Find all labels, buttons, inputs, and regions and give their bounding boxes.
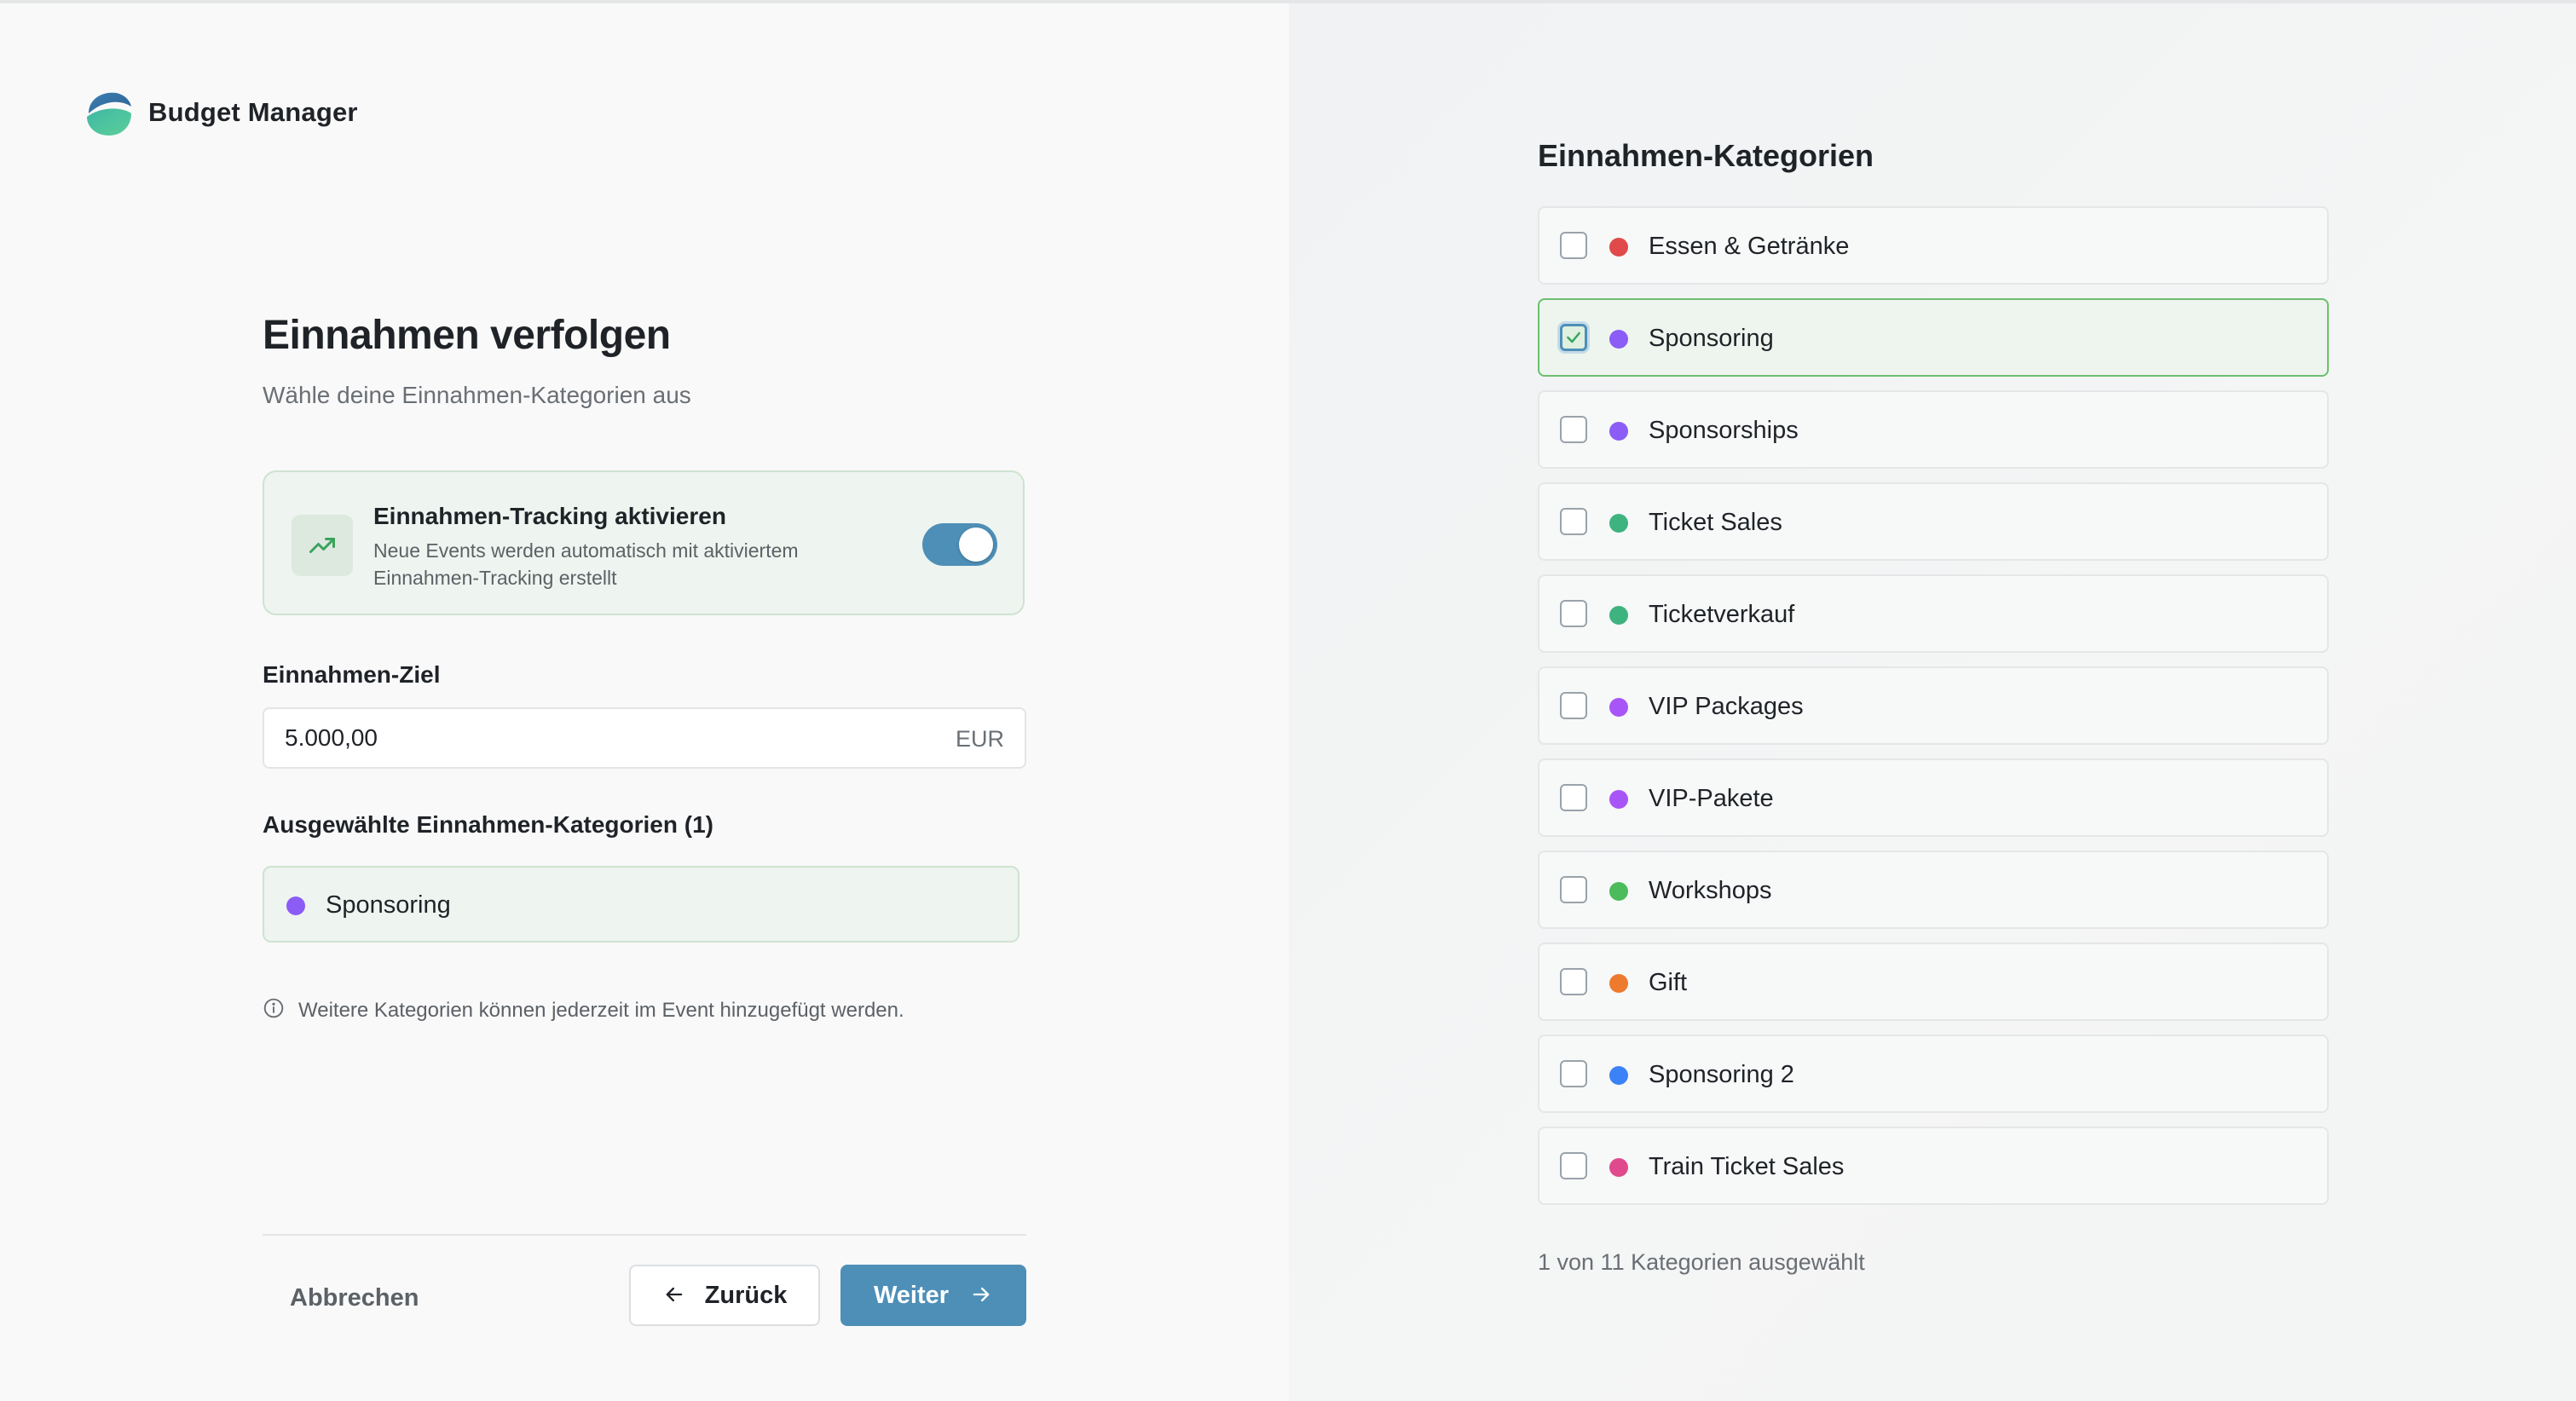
category-label: Sponsoring 2: [1649, 1061, 1794, 1088]
category-checkbox[interactable]: [1560, 968, 1587, 995]
category-label: VIP-Pakete: [1649, 785, 1774, 812]
category-label: VIP Packages: [1649, 693, 1804, 720]
category-item[interactable]: Workshops: [1538, 850, 2329, 929]
brand: Budget Manager: [84, 87, 358, 138]
category-checkbox[interactable]: [1560, 784, 1587, 811]
info-icon: [263, 997, 285, 1023]
category-item[interactable]: Ticket Sales: [1538, 482, 2329, 561]
goal-field: EUR: [263, 707, 1026, 769]
tracking-title: Einnahmen-Tracking aktivieren: [373, 503, 726, 529]
selected-categories-label: Ausgewählte Einnahmen-Kategorien (1): [263, 811, 713, 838]
category-label: Essen & Getränke: [1649, 233, 1850, 260]
info-text: Weitere Kategorien können jederzeit im E…: [298, 998, 904, 1022]
category-label: Sponsorships: [1649, 417, 1799, 444]
category-item[interactable]: Ticketverkauf: [1538, 574, 2329, 653]
category-checkbox[interactable]: [1560, 600, 1587, 627]
category-color-dot: [1609, 882, 1628, 901]
goal-currency: EUR: [955, 726, 1004, 752]
category-item[interactable]: VIP-Pakete: [1538, 758, 2329, 837]
page-title: Einnahmen verfolgen: [263, 313, 671, 358]
category-color-dot: [1609, 698, 1628, 717]
category-color-dot: [1609, 974, 1628, 993]
category-label: Sponsoring: [1649, 325, 1774, 352]
category-label: Ticket Sales: [1649, 509, 1782, 536]
category-label: Gift: [1649, 969, 1688, 996]
category-color-dot: [1609, 422, 1628, 441]
category-color-dot: [1609, 514, 1628, 533]
category-color-dot: [1609, 606, 1628, 625]
category-checkbox[interactable]: [1560, 1152, 1587, 1179]
category-checkbox[interactable]: [1560, 692, 1587, 719]
revenue-tracking-card: Einnahmen-Tracking aktivieren Neue Event…: [263, 470, 1025, 615]
tracking-toggle[interactable]: [922, 523, 997, 566]
category-checkbox[interactable]: [1560, 324, 1587, 351]
goal-label: Einnahmen-Ziel: [263, 661, 441, 688]
goal-input[interactable]: [285, 709, 881, 767]
category-label: Workshops: [1649, 877, 1772, 904]
tracking-description: Neue Events werden automatisch mit aktiv…: [373, 539, 799, 589]
cancel-button[interactable]: Abbrechen: [266, 1270, 442, 1326]
category-item[interactable]: Sponsoring: [1538, 298, 2329, 377]
setup-panel: [0, 3, 1289, 1401]
category-item[interactable]: Sponsoring 2: [1538, 1035, 2329, 1113]
category-label: Ticketverkauf: [1649, 601, 1795, 628]
category-item[interactable]: VIP Packages: [1538, 666, 2329, 745]
category-item[interactable]: Sponsorships: [1538, 390, 2329, 469]
category-item[interactable]: Gift: [1538, 943, 2329, 1021]
category-checkbox[interactable]: [1560, 1060, 1587, 1087]
category-checkbox[interactable]: [1560, 508, 1587, 535]
arrow-left-icon: [662, 1283, 686, 1309]
category-color-dot: [1609, 330, 1628, 349]
info-note: Weitere Kategorien können jederzeit im E…: [263, 997, 904, 1023]
back-button[interactable]: Zurück: [629, 1265, 820, 1326]
category-list: Essen & Getränke Sponsoring Sponsorships Ti…: [1538, 206, 2329, 1219]
check-icon: [1567, 332, 1580, 343]
budget-manager-logo-icon: [84, 88, 133, 137]
arrow-right-icon: [969, 1283, 993, 1309]
category-checkbox[interactable]: [1560, 416, 1587, 443]
toggle-knob: [959, 528, 993, 562]
trending-up-icon: [292, 515, 353, 576]
categories-title: Einnahmen-Kategorien: [1538, 138, 1874, 173]
category-color-dot: [1609, 790, 1628, 809]
category-count: 1 von 11 Kategorien ausgewählt: [1538, 1249, 1865, 1275]
selected-category-chip: Sponsoring: [263, 866, 1019, 943]
category-label: Train Ticket Sales: [1649, 1153, 1845, 1180]
page-subtitle: Wähle deine Einnahmen-Kategorien aus: [263, 382, 691, 408]
next-button[interactable]: Weiter: [840, 1265, 1026, 1326]
category-checkbox[interactable]: [1560, 232, 1587, 259]
category-color-dot: [1609, 1066, 1628, 1085]
selected-category-label: Sponsoring: [326, 891, 451, 919]
footer-divider: [263, 1234, 1026, 1236]
category-item[interactable]: Train Ticket Sales: [1538, 1127, 2329, 1205]
category-checkbox[interactable]: [1560, 876, 1587, 903]
category-color-dot: [1609, 238, 1628, 257]
back-button-label: Zurück: [704, 1281, 788, 1309]
category-color-dot: [1609, 1158, 1628, 1177]
category-color-dot: [286, 897, 305, 915]
app-name: Budget Manager: [148, 97, 358, 127]
category-item[interactable]: Essen & Getränke: [1538, 206, 2329, 285]
next-button-label: Weiter: [873, 1281, 950, 1309]
